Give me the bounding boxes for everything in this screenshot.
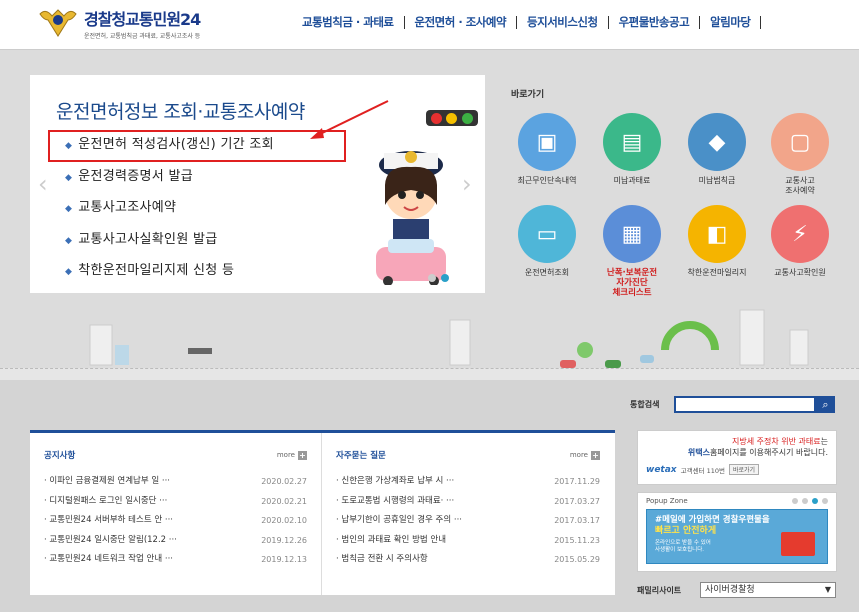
chevron-right-icon[interactable]: › — [462, 170, 472, 198]
pagination-dot-active[interactable] — [812, 498, 818, 504]
logo-title: 경찰청교통민원24 — [84, 10, 201, 29]
id-card-icon: ▭ — [518, 205, 576, 263]
global-nav: 교통범칙금 · 과태료 운전면허 · 조사예약 등지서비스신청 우편물반송공고 … — [292, 16, 762, 29]
checklist-icon: ▦ — [603, 205, 661, 263]
road-divider — [0, 368, 859, 380]
faq-board: 자주묻는 질문 more+ 신한은행 가상계좌로 납부 시 ···2017.11… — [322, 433, 614, 595]
banner-link-mileage[interactable]: ◆ 착한운전마일리지제 신청 등 — [65, 261, 274, 293]
police-emblem-icon — [36, 6, 80, 40]
traffic-light-icon — [426, 110, 478, 126]
red-arrow-annotation — [310, 100, 389, 139]
popup-pagination — [792, 498, 828, 504]
search-button[interactable]: ⌕ — [816, 396, 835, 413]
diamond-icon: ◆ — [65, 141, 73, 151]
faq-row[interactable]: 신한은행 가상계좌로 납부 시 ···2017.11.29 — [336, 475, 600, 495]
faq-row[interactable]: 범칙금 전환 시 주의사항2015.05.29 — [336, 553, 600, 573]
quick-link-accident-booking[interactable]: ▢ 교통사고 조사예약 — [760, 113, 840, 196]
main-banner: 운전면허정보 조회·교통조사예약 ◆ 운전면허 적성검사(갱신) 기간 조회 ◆ 운… — [30, 75, 485, 293]
search-label: 통합검색 — [630, 400, 660, 409]
chevron-left-icon[interactable]: ‹ — [38, 170, 48, 198]
diamond-icon: ◆ — [65, 267, 73, 277]
wetax-ad[interactable]: 지방세 주정차 위반 과태료는 위택스홈페이지를 이용해주시기 바랍니다. we… — [637, 430, 837, 485]
site-logo[interactable]: 경찰청교통민원24 운전면허, 교통범칙금 과태료, 교통사고조사 등 — [36, 6, 201, 40]
banner-link-accident-cert[interactable]: ◆ 교통사고사실확인원 발급 — [65, 230, 274, 262]
banner-list: ◆ 운전면허 적성검사(갱신) 기간 조회 ◆ 운전경력증명서 발급 ◆ 교통사고조사… — [65, 135, 274, 293]
banner-link-career-cert[interactable]: ◆ 운전경력증명서 발급 — [65, 167, 274, 199]
chevron-down-icon: ▼ — [824, 585, 832, 594]
faq-more-button[interactable]: more + — [570, 450, 600, 460]
quick-link-unpaid-fine[interactable]: ▤ 미납과태료 — [592, 113, 672, 186]
camera-icon: ▣ — [518, 113, 576, 171]
police-mascot-icon — [376, 151, 446, 285]
diamond-icon: ◆ — [65, 204, 73, 214]
wetax-logo: wetax — [646, 464, 677, 475]
nav-mail-return[interactable]: 우편물반송공고 — [609, 16, 701, 29]
quick-links-title: 바로가기 — [511, 90, 545, 100]
banner-link-license-renewal[interactable]: ◆ 운전면허 적성검사(갱신) 기간 조회 — [65, 135, 274, 167]
quick-link-accident-cert[interactable]: ⚡ 교통사고확인원 — [760, 205, 840, 278]
logo-subtitle: 운전면허, 교통범칙금 과태료, 교통사고조사 등 — [84, 33, 201, 40]
notice-row[interactable]: 교통민원24 서버부하 테스트 안 ···2020.02.10 — [44, 514, 307, 534]
money-icon: ▤ — [603, 113, 661, 171]
banner-pagination — [428, 274, 449, 282]
pagination-dot-active[interactable] — [441, 274, 449, 282]
header: 경찰청교통민원24 운전면허, 교통범칙금 과태료, 교통사고조사 등 교통범칙… — [0, 0, 859, 50]
accident-icon: ⚡ — [771, 205, 829, 263]
notice-board: 공지사항 more+ 이파인 금융결제원 연계납부 일 ···2020.02.2… — [30, 433, 322, 595]
search-icon: ⌕ — [822, 398, 829, 411]
plus-icon: + — [591, 450, 600, 460]
diamond-icon: ◆ — [65, 172, 73, 183]
notice-row[interactable]: 교통민원24 일시중단 알림(12.2 ···2019.12.26 — [44, 534, 307, 554]
notice-row[interactable]: 디지털원패스 로그인 일시중단 ···2020.02.21 — [44, 495, 307, 515]
envelope-icon — [781, 532, 815, 556]
notice-row[interactable]: 이파인 금융결제원 연계납부 일 ···2020.02.27 — [44, 475, 307, 495]
quick-link-mileage[interactable]: ◧ 착한운전마일리지 — [677, 205, 757, 278]
notice-title: 공지사항 — [44, 451, 76, 461]
quick-link-checklist[interactable]: ▦ 난폭·보복운전 자가진단 체크리스트 — [592, 205, 672, 298]
faq-row[interactable]: 납부기한이 공휴일인 경우 주의 ···2017.03.17 — [336, 514, 600, 534]
board-panel: 공지사항 more+ 이파인 금융결제원 연계납부 일 ···2020.02.2… — [30, 430, 615, 595]
banner-title: 운전면허정보 조회·교통조사예약 — [56, 101, 305, 123]
popup-zone-title: Popup Zone — [646, 497, 688, 505]
quick-link-camera[interactable]: ▣ 최근무인단속내역 — [507, 113, 587, 186]
notice-row[interactable]: 교통민원24 네트워크 작업 안내 ···2019.12.13 — [44, 553, 307, 573]
nav-notice-board[interactable]: 알림마당 — [700, 16, 762, 29]
nav-fines[interactable]: 교통범칙금 · 과태료 — [292, 16, 405, 29]
nav-license[interactable]: 운전면허 · 조사예약 — [405, 16, 518, 29]
nav-notification[interactable]: 등지서비스신청 — [517, 16, 609, 29]
banner-link-accident-booking[interactable]: ◆ 교통사고조사예약 — [65, 198, 274, 230]
family-site-label: 패밀리사이트 — [637, 586, 682, 595]
quick-link-license-check[interactable]: ▭ 운전면허조회 — [507, 205, 587, 278]
plus-icon: + — [298, 450, 307, 460]
warning-icon: ◆ — [688, 113, 746, 171]
pagination-dot[interactable] — [802, 498, 808, 504]
faq-row[interactable]: 범인의 과태료 확인 방법 안내2015.11.23 — [336, 534, 600, 554]
notice-more-button[interactable]: more + — [277, 450, 307, 460]
search-input[interactable] — [674, 396, 816, 413]
pagination-dot[interactable] — [428, 274, 436, 282]
computer-icon: ▢ — [771, 113, 829, 171]
popup-zone: Popup Zone #메일에 가입하면 경찰우편물을 빠르고 안전하게 온라인… — [637, 492, 837, 572]
mileage-icon: ◧ — [688, 205, 746, 263]
diamond-icon: ◆ — [65, 235, 73, 246]
faq-title: 자주묻는 질문 — [336, 451, 386, 461]
family-site-select[interactable]: 사이버경찰청 ▼ — [700, 582, 836, 598]
faq-row[interactable]: 도로교통법 시행령의 과태료· ···2017.03.27 — [336, 495, 600, 515]
wetax-shortcut-button[interactable]: 바로가기 — [728, 464, 760, 475]
pagination-dot[interactable] — [822, 498, 828, 504]
quick-link-unpaid-penalty[interactable]: ◆ 미납범칙금 — [677, 113, 757, 186]
pagination-dot[interactable] — [792, 498, 798, 504]
popup-banner[interactable]: #메일에 가입하면 경찰우편물을 빠르고 안전하게 온라인으로 받을 수 있어 … — [646, 509, 828, 564]
